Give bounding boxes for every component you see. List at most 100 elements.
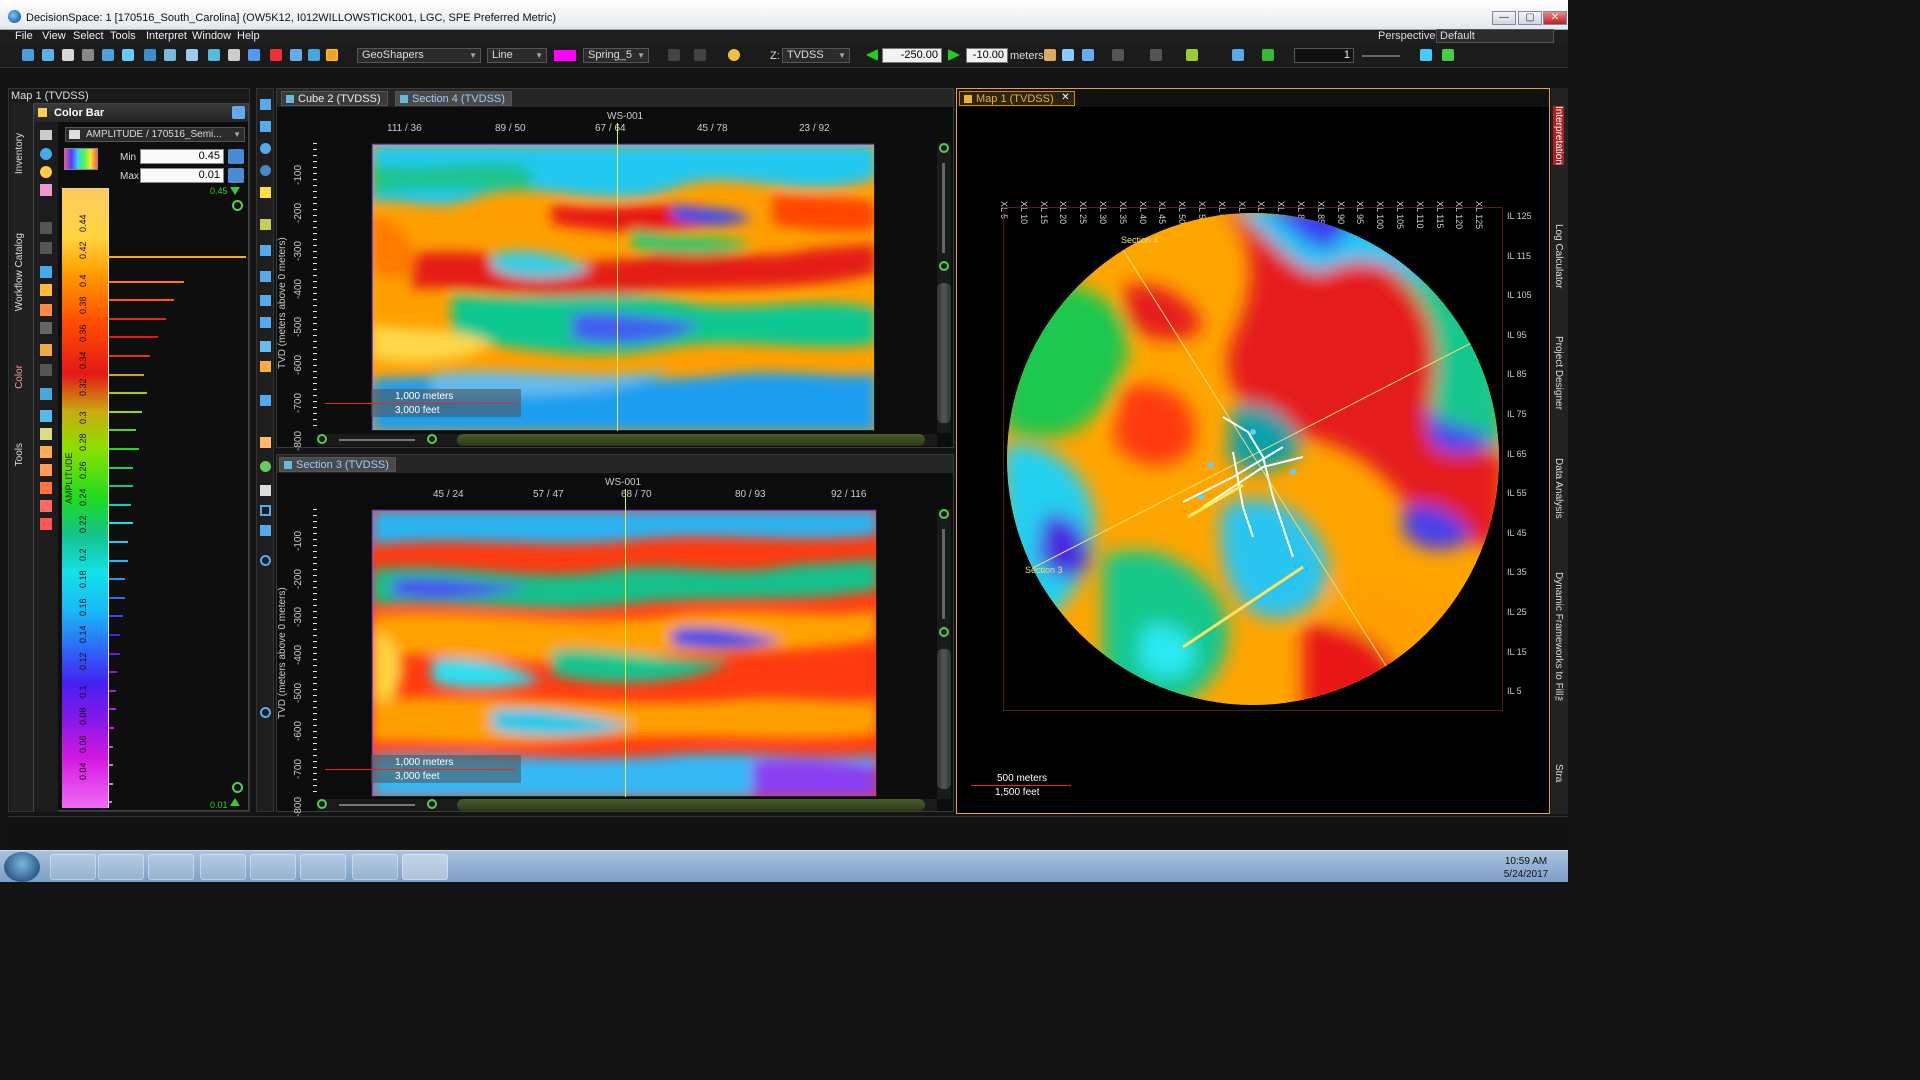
pen-icon[interactable]	[40, 304, 52, 316]
zoom-in-icon[interactable]	[939, 509, 949, 519]
taskbar-paint-icon[interactable]	[352, 854, 398, 880]
tool-icon[interactable]	[1232, 49, 1244, 61]
seismic-section-4[interactable]	[371, 143, 875, 431]
close-button[interactable]: ✕	[1543, 11, 1567, 25]
step-forward-icon[interactable]	[948, 49, 960, 61]
tab-stra[interactable]: Stra	[1553, 764, 1564, 782]
undo-icon[interactable]	[668, 49, 680, 61]
max-field[interactable]: 0.01	[140, 168, 224, 183]
select-tool-icon[interactable]	[102, 49, 114, 61]
tab-project-designer[interactable]: Project Designer	[1553, 336, 1564, 410]
paste-icon[interactable]	[40, 482, 52, 494]
z-domain-select[interactable]: TVDSS ▼	[782, 48, 850, 63]
zoom-box-icon[interactable]	[260, 99, 271, 110]
colormap-preview-icon[interactable]	[64, 148, 98, 170]
zoom-out-icon[interactable]	[317, 434, 327, 444]
draw-icon[interactable]	[260, 295, 271, 306]
measure-icon[interactable]	[260, 395, 271, 406]
pick-icon[interactable]	[260, 245, 271, 256]
eraser-icon[interactable]	[40, 322, 52, 334]
page-icon[interactable]	[260, 485, 271, 496]
taskbar-chrome-icon[interactable]	[200, 854, 246, 880]
layers-icon[interactable]	[228, 49, 240, 61]
search-icon[interactable]	[260, 555, 271, 566]
min-field[interactable]: 0.45	[140, 149, 224, 164]
bottom-handle-icon[interactable]	[230, 798, 240, 806]
attribute-select[interactable]: AMPLITUDE / 170516_Semi... ▼	[65, 127, 245, 142]
interval-icon[interactable]	[40, 388, 52, 400]
sync-icon[interactable]	[1082, 49, 1094, 61]
target-icon[interactable]	[260, 461, 271, 472]
zoom-out-icon[interactable]	[939, 627, 949, 637]
zoom-slider[interactable]	[942, 163, 945, 253]
crosshair-icon[interactable]	[1420, 49, 1432, 61]
export-icon[interactable]	[260, 525, 271, 536]
zoom-icon[interactable]	[260, 143, 271, 154]
undo-icon[interactable]	[40, 222, 52, 234]
scroll-thumb[interactable]	[457, 799, 925, 811]
polygon-icon[interactable]	[260, 317, 271, 328]
move-icon[interactable]	[260, 271, 271, 282]
fault-icon[interactable]	[260, 219, 271, 230]
measure-icon[interactable]	[144, 49, 156, 61]
close-icon[interactable]: ✕	[1061, 92, 1069, 103]
vertical-scrollbar[interactable]	[937, 509, 951, 799]
brush-icon[interactable]	[40, 184, 52, 196]
pointer-icon[interactable]	[122, 49, 134, 61]
scroll-thumb[interactable]	[937, 649, 951, 789]
menu-window[interactable]: Window	[192, 30, 231, 42]
taskbar-app-icon[interactable]	[250, 854, 296, 880]
zoom-in-icon[interactable]	[427, 434, 437, 444]
tab-section-4[interactable]: Section 4 (TVDSS)	[395, 91, 512, 106]
step-field[interactable]: 1	[1294, 48, 1354, 63]
settings-icon[interactable]	[308, 49, 320, 61]
camera-icon[interactable]	[248, 49, 260, 61]
zoom-slider[interactable]	[339, 439, 415, 441]
tab-workflow-catalog[interactable]: Workflow Catalog	[14, 233, 25, 311]
print-icon[interactable]	[82, 49, 94, 61]
redo-icon[interactable]	[694, 49, 706, 61]
line-color-swatch[interactable]	[554, 50, 576, 61]
scroll-thumb[interactable]	[937, 283, 951, 423]
frame-icon[interactable]	[260, 505, 271, 516]
snap-icon[interactable]	[1442, 49, 1454, 61]
tab-section-3[interactable]: Section 3 (TVDSS)	[279, 457, 396, 472]
grid-icon[interactable]	[290, 49, 302, 61]
split-icon[interactable]	[40, 266, 52, 278]
image-icon[interactable]	[260, 361, 271, 372]
tab-cube-2[interactable]: Cube 2 (TVDSS)	[281, 91, 388, 106]
tab-interpretation[interactable]: Interpretation	[1553, 106, 1564, 165]
notes-icon[interactable]	[260, 437, 271, 448]
delete-icon[interactable]	[40, 518, 52, 530]
ramp-icon[interactable]	[40, 344, 52, 356]
amplitude-map[interactable]	[1003, 207, 1503, 711]
home-icon[interactable]	[1062, 49, 1074, 61]
well-ws-001-line[interactable]	[617, 123, 618, 431]
system-tray[interactable]	[1420, 861, 1480, 873]
depth-start-field[interactable]: -250.00	[882, 48, 942, 63]
settings-icon[interactable]	[232, 106, 245, 119]
tab-map-1[interactable]: Map 1 (TVDSS) ✕	[959, 91, 1075, 106]
zoom-out-icon[interactable]	[317, 799, 327, 809]
tab-log-calculator[interactable]: Log Calculator	[1553, 224, 1564, 288]
zoom-out-icon[interactable]	[232, 782, 243, 793]
histogram-marker[interactable]	[108, 256, 246, 258]
menu-select[interactable]: Select	[73, 30, 104, 42]
menu-view[interactable]: View	[42, 30, 66, 42]
export-icon[interactable]	[40, 410, 52, 422]
tab-tools[interactable]: Tools	[14, 443, 25, 466]
zoom-out-icon[interactable]	[260, 707, 271, 718]
import-icon[interactable]	[40, 428, 52, 440]
zoom-slider[interactable]	[942, 529, 945, 619]
zoom-fit-icon[interactable]	[260, 121, 271, 132]
taskbar-notes-icon[interactable]	[300, 854, 346, 880]
menu-help[interactable]: Help	[237, 30, 260, 42]
vertical-scrollbar[interactable]	[937, 143, 951, 433]
zoom-in-icon[interactable]	[427, 799, 437, 809]
tab-inventory[interactable]: Inventory	[14, 133, 25, 174]
list-icon[interactable]	[40, 130, 52, 140]
maximize-button[interactable]: ▢	[1518, 11, 1542, 25]
tab-color[interactable]: Color	[14, 365, 25, 389]
save-icon[interactable]	[62, 49, 74, 61]
reset-icon[interactable]	[40, 500, 52, 512]
